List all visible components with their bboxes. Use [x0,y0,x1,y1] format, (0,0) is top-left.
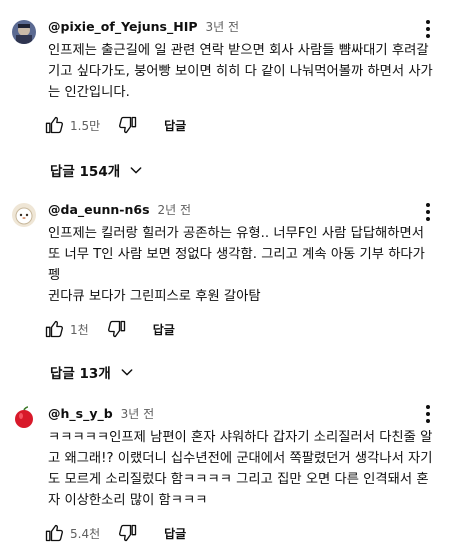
thumbs-up-icon [45,116,63,134]
comment-meta: @h_s_y_b 3년 전 [48,405,447,423]
thumbs-down-icon [107,320,125,338]
comment-author[interactable]: @da_eunn-n6s [48,202,150,217]
comment-actions: 5.4천 답글 [44,517,447,549]
comment-text: 인프제는 출근길에 일 관련 연락 받으면 회사 사람들 뺨싸대기 후려갈 기고… [48,43,433,100]
comment-time[interactable]: 2년 전 [158,203,192,217]
comment-time[interactable]: 3년 전 [206,20,240,34]
chevron-down-icon [121,369,133,376]
comment-meta: @da_eunn-n6s 2년 전 [48,201,447,219]
chevron-down-icon [130,167,142,174]
dislike-button[interactable] [107,319,127,339]
dislike-button[interactable] [118,115,138,135]
comment-thread: @da_eunn-n6s 2년 전 인프제는 킬러랑 힐러가 공존하는 유형..… [0,185,457,387]
thumbs-up-icon [45,320,63,338]
comment-thread: @pixie_of_Yejuns_HIP 3년 전 인프제는 출근길에 일 관련… [0,0,457,185]
avatar[interactable] [12,20,36,44]
avatar[interactable] [12,203,36,227]
view-replies-button[interactable]: 답글 13개 [50,357,447,387]
replies-count-label: 답글 13개 [50,366,111,382]
comment-author[interactable]: @pixie_of_Yejuns_HIP [48,19,198,34]
more-options-icon[interactable] [425,203,431,221]
comment-text: ㅋㅋㅋㅋㅋ인프제 남편이 혼자 샤워하다 갑자기 소리질러서 다친줄 알 고 왜… [48,430,433,508]
thumbs-up-icon [45,524,63,542]
reply-button[interactable]: 답글 [164,525,186,542]
view-replies-button[interactable]: 답글 154개 [50,155,447,185]
more-options-icon[interactable] [425,405,431,423]
comment-actions: 1천 답글 [44,313,447,345]
comment-time[interactable]: 3년 전 [121,407,155,421]
comment-text: 인프제는 킬러랑 힐러가 공존하는 유형.. 너무F인 사람 답답해하면서 또 … [48,226,425,304]
reply-button[interactable]: 답글 [164,117,186,134]
like-count: 5.4천 [70,526,101,541]
replies-count-label: 답글 154개 [50,164,121,180]
like-button[interactable] [44,319,64,339]
comment-meta: @pixie_of_Yejuns_HIP 3년 전 [48,18,447,36]
dislike-button[interactable] [118,523,138,543]
like-button[interactable] [44,523,64,543]
like-button[interactable] [44,115,64,135]
comment-author[interactable]: @h_s_y_b [48,406,113,421]
reply-button[interactable]: 답글 [153,321,175,338]
more-options-icon[interactable] [425,20,431,38]
like-count: 1천 [70,322,89,337]
comment-actions: 1.5만 답글 [44,109,447,141]
comment-thread: @h_s_y_b 3년 전 ㅋㅋㅋㅋㅋ인프제 남편이 혼자 샤워하다 갑자기 소… [0,387,457,549]
thumbs-down-icon [119,116,137,134]
avatar[interactable] [12,405,36,429]
thumbs-down-icon [119,524,137,542]
like-count: 1.5만 [70,118,101,133]
